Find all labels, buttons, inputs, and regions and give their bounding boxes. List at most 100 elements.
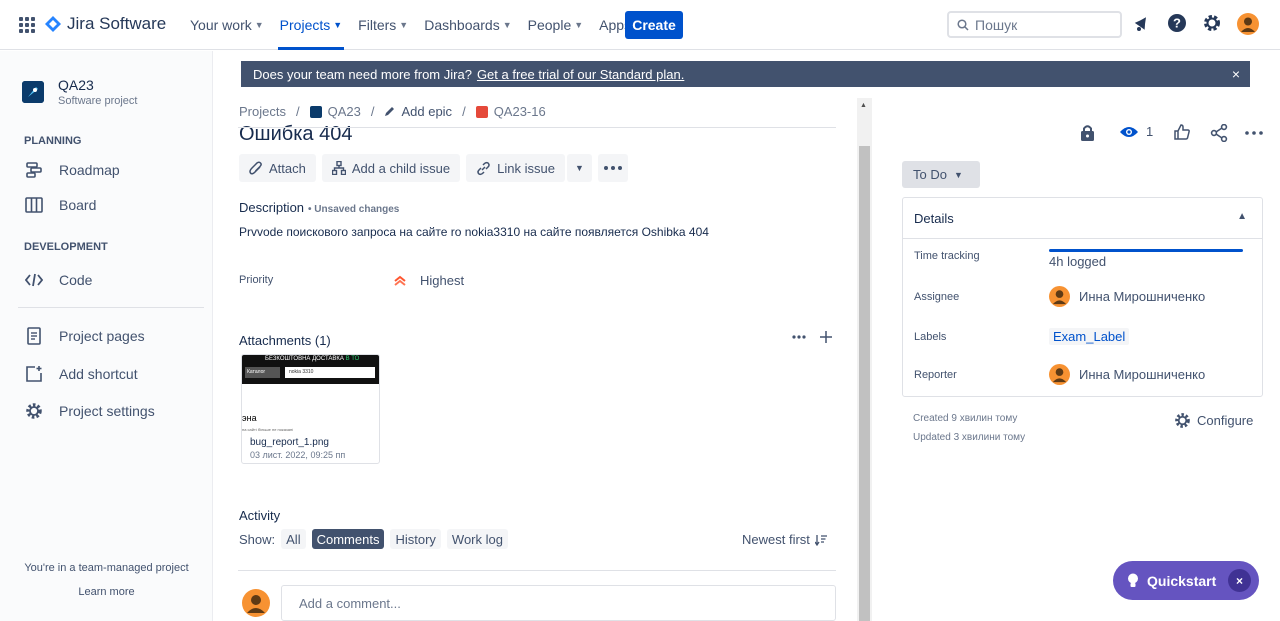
nav-your-work[interactable]: Your work ▼ bbox=[182, 0, 272, 50]
main-scrollbar[interactable]: ▲ bbox=[857, 98, 872, 621]
breadcrumb-projects[interactable]: Projects bbox=[239, 104, 286, 119]
issue-toolbar: Attach Add a child issue Link issue ▼ bbox=[239, 154, 634, 182]
share-icon[interactable] bbox=[1210, 124, 1228, 142]
comment-input[interactable]: Add a comment... bbox=[281, 585, 836, 621]
breadcrumb: Projects / QA23 / Add epic / QA23-16 bbox=[239, 104, 546, 119]
learn-more-link[interactable]: Learn more bbox=[0, 586, 213, 598]
labels-row[interactable]: Labels Exam_Label bbox=[914, 328, 1130, 345]
code-icon bbox=[24, 270, 44, 290]
planning-section-title: PLANNING bbox=[24, 135, 82, 147]
commenter-avatar bbox=[242, 589, 270, 617]
activity-divider bbox=[238, 570, 836, 571]
nav-people[interactable]: People ▼ bbox=[520, 0, 592, 50]
description-text[interactable]: Prvvode поискового запроса на сайте ro n… bbox=[239, 225, 709, 239]
notifications-icon[interactable] bbox=[1133, 13, 1151, 33]
filter-all[interactable]: All bbox=[281, 529, 306, 549]
header-divider bbox=[238, 127, 836, 128]
gear-icon bbox=[1174, 412, 1191, 429]
top-navigation: Jira Software Your work ▼ Projects ▼ Filte… bbox=[0, 0, 1280, 50]
time-tracking-row[interactable]: Time tracking 4h logged bbox=[914, 250, 1106, 270]
app-switcher-icon[interactable] bbox=[17, 15, 37, 35]
chevron-down-icon: ▼ bbox=[502, 20, 512, 30]
attachment-date: 03 лист. 2022, 09:25 пп bbox=[250, 450, 346, 460]
quickstart-button[interactable]: Quickstart × bbox=[1113, 561, 1259, 600]
chevron-down-icon: ▼ bbox=[254, 20, 264, 30]
more-icon bbox=[603, 166, 622, 170]
breadcrumb-project[interactable]: QA23 bbox=[309, 104, 361, 119]
chevron-down-icon: ▼ bbox=[399, 20, 409, 30]
add-child-issue-button[interactable]: Add a child issue bbox=[321, 154, 461, 182]
chevron-down-icon: ▼ bbox=[953, 169, 963, 180]
scroll-up-icon[interactable]: ▲ bbox=[860, 102, 867, 109]
nav-dashboards[interactable]: Dashboards ▼ bbox=[416, 0, 519, 50]
link-issue-button[interactable]: Link issue bbox=[466, 154, 565, 182]
close-icon[interactable]: × bbox=[1232, 66, 1240, 82]
nav-projects[interactable]: Projects ▼ bbox=[272, 0, 351, 50]
priority-field[interactable]: Highest bbox=[393, 273, 464, 288]
board-icon bbox=[24, 195, 44, 215]
attachment-preview: БЕЗКОШТОВНА ДОСТАВКА В ТО Каталог nokia … bbox=[242, 355, 379, 384]
development-section-title: DEVELOPMENT bbox=[24, 241, 108, 253]
hierarchy-icon bbox=[331, 161, 346, 175]
unsaved-changes-badge: • Unsaved changes bbox=[308, 204, 400, 215]
filter-work-log[interactable]: Work log bbox=[446, 529, 508, 549]
close-icon[interactable]: × bbox=[1228, 569, 1251, 592]
sidebar-item-project-settings[interactable]: Project settings bbox=[24, 401, 155, 421]
sort-icon bbox=[814, 534, 827, 546]
help-icon[interactable]: ? bbox=[1167, 13, 1187, 33]
attach-button[interactable]: Attach bbox=[239, 154, 316, 182]
attachments-title: Attachments (1) bbox=[239, 333, 331, 348]
chevron-down-icon: ▼ bbox=[574, 163, 584, 173]
banner-trial-link[interactable]: Get a free trial of our Standard plan. bbox=[477, 67, 684, 82]
search-icon bbox=[957, 18, 969, 31]
project-name: QA23 bbox=[58, 77, 94, 93]
details-header[interactable]: Details ▲ bbox=[903, 198, 1262, 239]
watchers-count: 1 bbox=[1146, 124, 1154, 139]
jira-logo[interactable]: Jira Software bbox=[45, 14, 166, 34]
more-icon[interactable] bbox=[792, 335, 806, 339]
user-avatar[interactable] bbox=[1237, 13, 1259, 35]
create-button[interactable]: Create bbox=[625, 11, 683, 39]
watchers-button[interactable]: 1 bbox=[1119, 124, 1153, 139]
issue-title[interactable]: Ошибка 404 bbox=[239, 121, 352, 141]
jira-diamond-icon bbox=[45, 16, 61, 32]
activity-title: Activity bbox=[239, 508, 281, 523]
sidebar-item-roadmap[interactable]: Roadmap bbox=[24, 160, 120, 180]
settings-icon[interactable] bbox=[1202, 13, 1222, 33]
breadcrumb-issue[interactable]: QA23-16 bbox=[475, 104, 546, 119]
label-chip[interactable]: Exam_Label bbox=[1049, 328, 1130, 345]
more-icon[interactable] bbox=[1245, 131, 1263, 135]
sort-order-button[interactable]: Newest first bbox=[742, 532, 827, 547]
search-input[interactable]: Пошук bbox=[947, 11, 1122, 38]
status-dropdown[interactable]: To Do ▼ bbox=[902, 161, 980, 188]
attachment-card[interactable]: БЕЗКОШТОВНА ДОСТАВКА В ТО Каталог nokia … bbox=[241, 354, 380, 464]
thumbs-up-icon[interactable] bbox=[1174, 124, 1190, 140]
sidebar-divider bbox=[18, 307, 204, 308]
activity-filters: Show: All Comments History Work log bbox=[239, 529, 514, 549]
attachment-filename: bug_report_1.png bbox=[250, 437, 329, 448]
project-header[interactable]: QA23 Software project bbox=[22, 77, 137, 107]
configure-button[interactable]: Configure bbox=[1174, 412, 1253, 429]
scrollbar-thumb[interactable] bbox=[859, 146, 870, 621]
reporter-row[interactable]: Reporter Инна Мирошниченко bbox=[914, 364, 1205, 385]
filter-history[interactable]: History bbox=[390, 529, 441, 549]
sidebar: QA23 Software project PLANNING Roadmap B… bbox=[0, 51, 213, 621]
more-actions-button[interactable] bbox=[597, 154, 628, 182]
link-issue-dropdown[interactable]: ▼ bbox=[566, 154, 592, 182]
breadcrumb-add-epic[interactable]: Add epic bbox=[384, 104, 452, 119]
project-type: Software project bbox=[58, 95, 138, 107]
chevron-down-icon: ▼ bbox=[574, 20, 584, 30]
sidebar-item-code[interactable]: Code bbox=[24, 270, 92, 290]
sidebar-item-add-shortcut[interactable]: Add shortcut bbox=[24, 364, 138, 384]
nav-filters[interactable]: Filters ▼ bbox=[350, 0, 416, 50]
add-icon[interactable] bbox=[820, 331, 832, 343]
sidebar-item-board[interactable]: Board bbox=[24, 195, 96, 215]
assignee-row[interactable]: Assignee Инна Мирошниченко bbox=[914, 286, 1205, 307]
lock-icon[interactable] bbox=[1080, 124, 1095, 141]
chevron-up-icon: ▲ bbox=[1237, 211, 1247, 222]
lightbulb-icon bbox=[1127, 573, 1139, 588]
filter-comments[interactable]: Comments bbox=[311, 529, 385, 549]
team-managed-note: You're in a team-managed project bbox=[24, 562, 189, 574]
roadmap-icon bbox=[24, 160, 44, 180]
sidebar-item-project-pages[interactable]: Project pages bbox=[24, 326, 145, 346]
